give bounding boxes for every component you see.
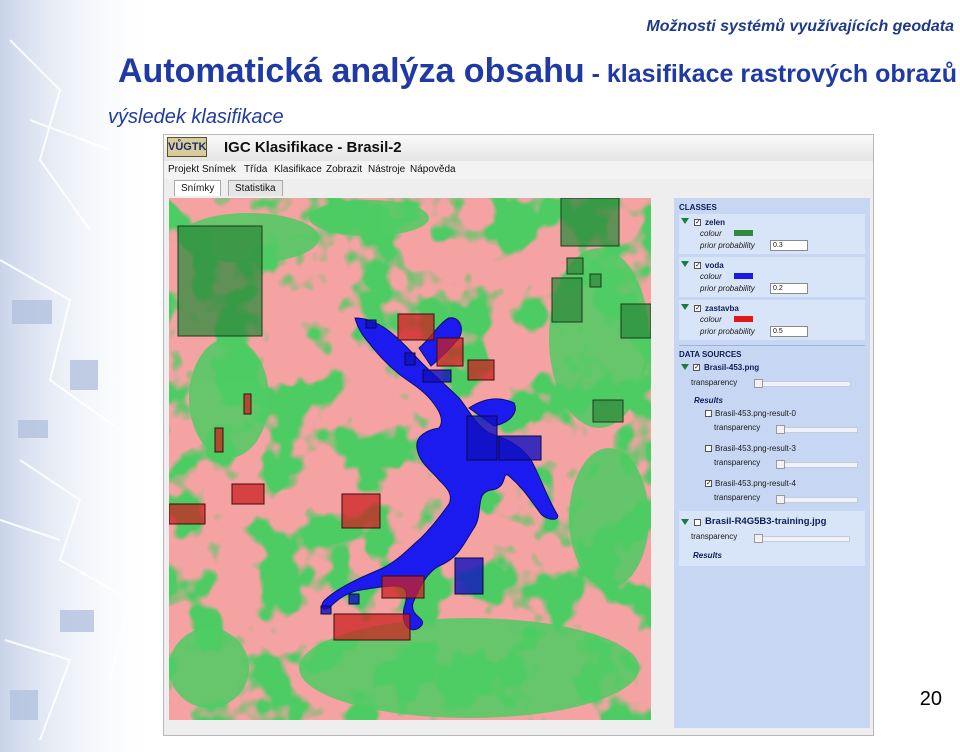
colour-swatch-zastavba[interactable]	[734, 316, 753, 322]
classification-map[interactable]	[169, 198, 651, 720]
app-logo: VŮGTK	[167, 137, 207, 157]
slider-handle[interactable]	[776, 460, 785, 469]
divider	[679, 345, 865, 346]
results-label-2: Results	[693, 551, 722, 560]
result-name-0: Brasil-453.png-result-0	[715, 409, 796, 418]
colour-label: colour	[700, 315, 722, 324]
result-checkbox-4[interactable]: ✓	[705, 480, 712, 487]
slider-handle[interactable]	[776, 495, 785, 504]
slider-handle[interactable]	[776, 425, 785, 434]
colour-label: colour	[700, 272, 722, 281]
result-checkbox-3[interactable]	[705, 445, 712, 452]
menu-snimek[interactable]: Snímek	[202, 164, 236, 175]
result-checkbox-0[interactable]	[705, 410, 712, 417]
slide-title-sub: - klasifikace rastrových obrazů	[584, 60, 958, 88]
colour-label: colour	[700, 229, 722, 238]
class-item-zelen: ✓ zelen colour prior probability 0.3	[679, 214, 865, 254]
menu-nastroje[interactable]: Nástroje	[368, 164, 405, 175]
prior-label: prior probability	[700, 327, 755, 336]
page-number: 20	[919, 688, 942, 710]
prior-input-zastavba[interactable]: 0.5	[770, 326, 808, 337]
source-checkbox-1[interactable]: ✓	[693, 364, 700, 371]
classes-heading: CLASSES	[679, 203, 717, 212]
class-item-voda: ✓ voda colour prior probability 0.2	[679, 257, 865, 297]
menu-trida[interactable]: Třída	[244, 164, 267, 175]
menu-napoveda[interactable]: Nápověda	[410, 164, 456, 175]
tab-bar: Snímky Statistika	[164, 179, 873, 197]
result-name-4: Brasil-453.png-result-4	[715, 479, 796, 488]
colour-swatch-zelen[interactable]	[734, 230, 753, 236]
colour-swatch-voda[interactable]	[734, 273, 753, 279]
results-label: Results	[694, 396, 723, 405]
class-name-zelen: zelen	[705, 218, 726, 227]
transparency-slider-r4[interactable]	[776, 497, 858, 503]
slide-subtitle: výsledek klasifikace	[108, 106, 284, 128]
transparency-slider-1[interactable]	[754, 381, 851, 387]
transparency-slider-r0[interactable]	[776, 427, 858, 433]
transparency-label: transparency	[714, 423, 761, 432]
transparency-slider-2[interactable]	[754, 536, 850, 542]
slider-handle[interactable]	[754, 534, 763, 543]
data-sources-heading: DATA SOURCES	[679, 350, 742, 359]
menu-projekt[interactable]: Projekt	[168, 164, 199, 175]
side-panel: CLASSES ✓ zelen colour prior probability…	[674, 198, 870, 728]
class-name-zastavba: zastavba	[705, 304, 739, 313]
menu-bar: Projekt Snímek Třída Klasifikace Zobrazi…	[164, 161, 873, 179]
prior-input-voda[interactable]: 0.2	[770, 283, 808, 294]
source-name-2: Brasil-R4G5B3-training.jpg	[705, 516, 827, 527]
slide-title-main: Automatická analýza obsahu	[118, 52, 585, 90]
slide-title: Automatická analýza obsahu - klasifikace…	[118, 52, 957, 91]
class-item-zastavba: ✓ zastavba colour prior probability 0.5	[679, 300, 865, 340]
class-checkbox-voda[interactable]: ✓	[694, 262, 701, 269]
source-item-2: Brasil-R4G5B3-training.jpg transparency …	[679, 511, 865, 566]
transparency-label: transparency	[714, 493, 761, 502]
window-title: IGC Klasifikace - Brasil-2	[224, 139, 402, 156]
prior-label: prior probability	[700, 241, 755, 250]
prior-input-zelen[interactable]: 0.3	[770, 240, 808, 251]
tab-snimky[interactable]: Snímky	[174, 180, 222, 196]
menu-klasifikace[interactable]: Klasifikace	[274, 164, 322, 175]
slider-handle[interactable]	[754, 379, 763, 388]
source-name-1: Brasil-453.png	[704, 363, 760, 372]
class-checkbox-zastavba[interactable]: ✓	[694, 305, 701, 312]
transparency-label: transparency	[691, 378, 738, 387]
expand-triangle-icon[interactable]	[681, 261, 689, 267]
source-checkbox-2[interactable]	[694, 519, 701, 526]
title-bar: VŮGTK IGC Klasifikace - Brasil-2	[164, 135, 873, 162]
class-name-voda: voda	[705, 261, 724, 270]
menu-zobrazit[interactable]: Zobrazit	[326, 164, 362, 175]
expand-triangle-icon[interactable]	[681, 218, 689, 224]
expand-triangle-icon[interactable]	[681, 304, 689, 310]
app-window: VŮGTK IGC Klasifikace - Brasil-2 Projekt…	[163, 134, 874, 736]
transparency-label: transparency	[714, 458, 761, 467]
result-name-3: Brasil-453.png-result-3	[715, 444, 796, 453]
tab-statistika[interactable]: Statistika	[228, 180, 283, 196]
expand-triangle-icon[interactable]	[681, 519, 689, 525]
slide-header-top: Možnosti systémů využívajících geodata	[646, 18, 954, 35]
class-checkbox-zelen[interactable]: ✓	[694, 219, 701, 226]
prior-label: prior probability	[700, 284, 755, 293]
transparency-label: transparency	[691, 532, 738, 541]
expand-triangle-icon[interactable]	[681, 364, 689, 370]
transparency-slider-r3[interactable]	[776, 462, 858, 468]
